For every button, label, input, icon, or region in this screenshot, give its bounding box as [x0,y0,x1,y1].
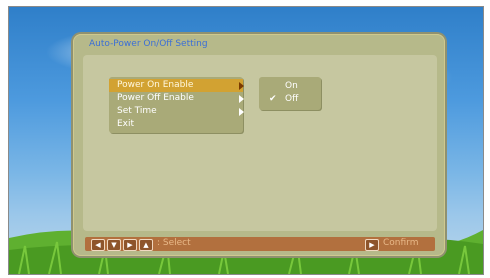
tv-screen: Auto-Power On/Off Setting Power On Enabl… [8,6,484,275]
menu-item-power-off-enable[interactable]: Power Off Enable [109,92,244,105]
submenu-arrow-icon [239,82,244,90]
down-key-icon: ▼ [107,239,121,251]
menu-item-label: Exit [117,119,135,129]
submenu-arrow-icon [239,95,244,103]
power-on-submenu: On ✔ Off [259,77,321,110]
menu-item-label: Set Time [117,106,157,116]
up-key-icon: ▲ [139,239,153,251]
menu-item-exit[interactable]: Exit [109,118,243,131]
options-menu: Power On Enable Power Off Enable Set Tim… [109,77,244,133]
right-key-icon: ▶ [123,239,137,251]
submenu-arrow-icon [239,108,244,116]
menu-item-label: Power On Enable [117,80,194,90]
submenu-option-off[interactable]: ✔ Off [259,93,321,106]
select-hint: : Select [157,238,191,248]
left-key-icon: ◀ [91,239,105,251]
option-label: On [285,81,298,91]
help-bar: ◀ ▼ ▶ ▲ : Select ▶ Confirm [85,237,435,251]
menu-item-label: Power Off Enable [117,93,194,103]
checkmark-icon: ✔ [269,94,277,104]
menu-item-set-time[interactable]: Set Time [109,105,244,118]
submenu-option-on[interactable]: On [259,80,321,93]
menu-item-power-on-enable[interactable]: Power On Enable [109,79,244,92]
confirm-hint: Confirm [383,238,419,248]
dialog-title: Auto-Power On/Off Setting [89,39,208,49]
option-label: Off [285,94,299,104]
ok-key-icon: ▶ [365,239,379,251]
auto-power-dialog: Auto-Power On/Off Setting Power On Enabl… [73,34,445,256]
